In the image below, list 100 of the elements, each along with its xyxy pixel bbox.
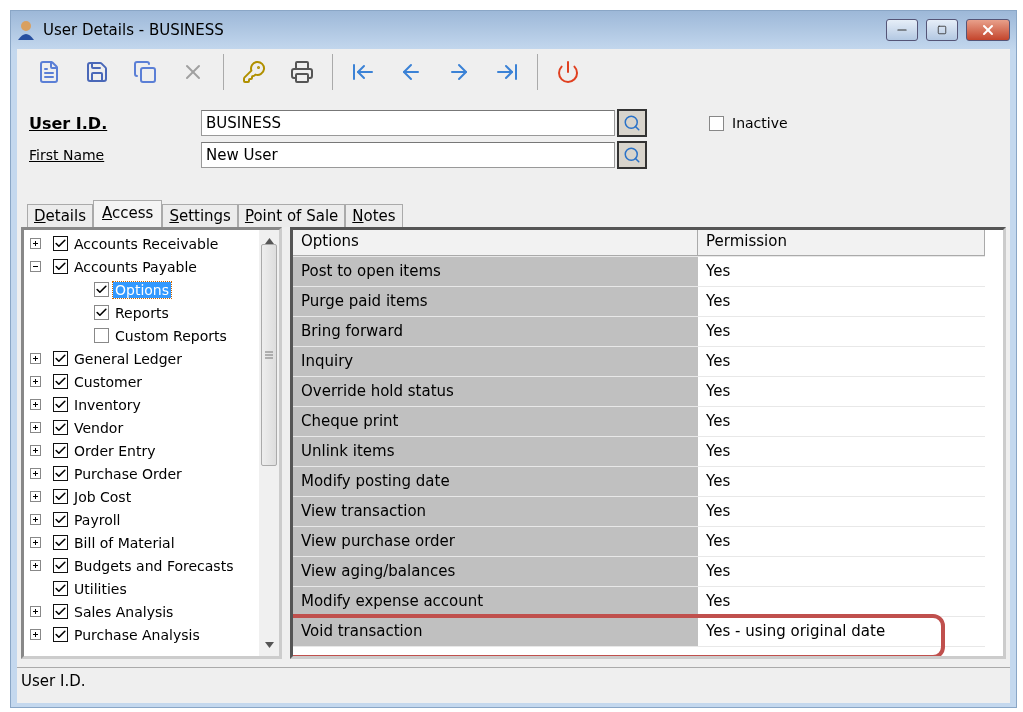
checkbox[interactable]: [53, 627, 68, 642]
check-icon: [54, 490, 67, 503]
power-icon: [556, 60, 580, 84]
checkbox[interactable]: [53, 489, 68, 504]
document-icon: [37, 60, 61, 84]
tree-item[interactable]: Customer: [72, 373, 144, 390]
checkbox[interactable]: [53, 420, 68, 435]
table-cell: Post to open items: [293, 257, 698, 286]
checkbox[interactable]: [53, 558, 68, 573]
tab[interactable]: Notes: [345, 204, 403, 227]
tree-item[interactable]: Bill of Material: [72, 534, 177, 551]
scroll-down-icon[interactable]: [264, 642, 274, 648]
check-icon: [54, 260, 67, 273]
checkbox[interactable]: [53, 236, 68, 251]
collapse-icon[interactable]: [30, 261, 41, 272]
tree-item[interactable]: Inventory: [72, 396, 143, 413]
check-icon: [54, 536, 67, 549]
expand-icon[interactable]: [30, 560, 41, 571]
table-cell: Bring forward: [293, 317, 698, 346]
expand-icon[interactable]: [30, 537, 41, 548]
tree-item[interactable]: Purchase Order: [72, 465, 184, 482]
maximize-icon: [937, 25, 947, 35]
table-cell: View transaction: [293, 497, 698, 526]
table-cell: Modify expense account: [293, 587, 698, 616]
checkbox[interactable]: [53, 512, 68, 527]
table-cell: Cheque print: [293, 407, 698, 436]
expand-icon[interactable]: [30, 491, 41, 502]
maximize-button[interactable]: [926, 19, 958, 41]
expand-icon[interactable]: [30, 353, 41, 364]
checkbox[interactable]: [709, 115, 724, 131]
checkbox-label: Inactive: [732, 115, 788, 131]
checkbox[interactable]: [53, 466, 68, 481]
status-bar: User I.D.: [17, 667, 1010, 695]
text-field[interactable]: New User: [201, 142, 615, 168]
tree-item[interactable]: Order Entry: [72, 442, 158, 459]
tab[interactable]: Point of Sale: [237, 204, 346, 227]
tree-item[interactable]: Utilities: [72, 580, 129, 597]
checkbox[interactable]: [53, 604, 68, 619]
table-cell: Purge paid items: [293, 287, 698, 316]
search-button[interactable]: [617, 141, 647, 169]
tree-item[interactable]: Accounts Payable: [72, 258, 199, 275]
search-button[interactable]: [617, 109, 647, 137]
tree-item[interactable]: Job Cost: [72, 488, 134, 505]
checkbox[interactable]: [94, 305, 109, 320]
tree-item[interactable]: Purchase Analysis: [72, 626, 202, 643]
tree-item[interactable]: Reports: [113, 304, 171, 321]
checkbox[interactable]: [53, 351, 68, 366]
column-header: Permission: [698, 230, 985, 256]
person-icon: [17, 20, 35, 40]
printer-icon: [290, 60, 314, 84]
check-icon: [54, 375, 67, 388]
table-cell: View purchase order: [293, 527, 698, 556]
minimize-button[interactable]: [886, 19, 918, 41]
check-icon: [95, 306, 108, 319]
expand-icon[interactable]: [30, 629, 41, 640]
expand-icon[interactable]: [30, 514, 41, 525]
checkbox[interactable]: [53, 259, 68, 274]
check-icon: [54, 559, 67, 572]
expand-icon[interactable]: [30, 238, 41, 249]
tree-item[interactable]: Custom Reports: [113, 327, 229, 344]
tree-item[interactable]: Payroll: [72, 511, 123, 528]
checkbox[interactable]: [94, 328, 109, 343]
check-icon: [54, 628, 67, 641]
check-icon: [95, 283, 108, 296]
expand-icon[interactable]: [30, 422, 41, 433]
check-icon: [54, 467, 67, 480]
checkbox[interactable]: [53, 443, 68, 458]
expand-icon[interactable]: [30, 468, 41, 479]
checkbox[interactable]: [53, 581, 68, 596]
check-icon: [54, 513, 67, 526]
tree-item[interactable]: Budgets and Forecasts: [72, 557, 236, 574]
search-icon: [623, 146, 641, 164]
expand-icon[interactable]: [30, 399, 41, 410]
checkbox[interactable]: [53, 535, 68, 550]
close-button[interactable]: [966, 19, 1010, 41]
tree-item[interactable]: Vendor: [72, 419, 126, 436]
tree-item[interactable]: Sales Analysis: [72, 603, 176, 620]
tree-item[interactable]: General Ledger: [72, 350, 184, 367]
column-header: Options: [293, 230, 698, 256]
table-cell: Override hold status: [293, 377, 698, 406]
check-icon: [54, 237, 67, 250]
expand-icon[interactable]: [30, 376, 41, 387]
tree-item[interactable]: Accounts Receivable: [72, 235, 221, 252]
tab[interactable]: Access: [93, 200, 163, 227]
scroll-thumb[interactable]: [261, 244, 277, 466]
window-title: User Details - BUSINESS: [43, 21, 225, 39]
check-icon: [54, 398, 67, 411]
text-field[interactable]: BUSINESS: [201, 110, 615, 136]
field-label: User I.D.: [29, 113, 109, 133]
checkbox[interactable]: [53, 374, 68, 389]
tab[interactable]: Details: [27, 204, 93, 227]
checkbox[interactable]: [53, 397, 68, 412]
tab[interactable]: Settings: [162, 204, 238, 227]
close-icon: [980, 22, 996, 38]
checkbox[interactable]: [94, 282, 109, 297]
table-cell: Modify posting date: [293, 467, 698, 496]
expand-icon[interactable]: [30, 445, 41, 456]
table-cell: Inquiry: [293, 347, 698, 376]
expand-icon[interactable]: [30, 606, 41, 617]
search-icon: [623, 114, 641, 132]
